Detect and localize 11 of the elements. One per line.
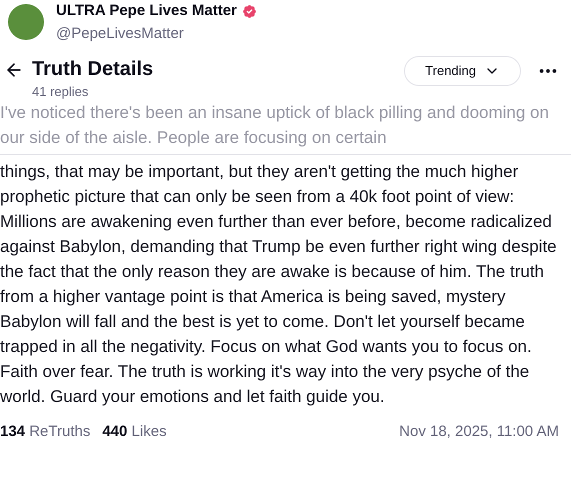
stat-label: 134 ReTruths — [0, 422, 90, 442]
avatar — [8, 4, 44, 40]
stat-label: 440 Likes — [102, 422, 167, 442]
faded-post-text: I've noticed there's been an insane uptick of black pilling and dooming on our side of the aisle. People are focusing on certain — [0, 100, 571, 155]
page-title: Truth Details — [32, 57, 154, 82]
sort-dropdown[interactable]: Trending — [404, 56, 521, 86]
post-text: things, that may be important, but they aren't getting the much higher prophetic picture that can only be seen from a 40k foot point of view: Millions are awakening even further than ever before, become radicalized against Babylon, demanding that Trump be even further right wing despite the fact that the only reason they are awake is because of him. The truth from a higher vantage point is that America is being saved, mystery Babylon will fall and the best is yet to come. Don't let yourself became trapped in all the negativity. Focus on what God wants you to focus on. Faith over fear. The truth is working it's way into the very psyche of the world. Guard your emotions and let faith guide you. — [0, 161, 558, 408]
timestamp: Nov 18, 2025, 11:00 AM — [399, 422, 559, 442]
reply-count: 41 replies — [32, 83, 90, 101]
author-handle: @PepeLivesMatter — [56, 24, 185, 44]
author-name: ULTRA Pepe Lives Matter — [56, 1, 237, 21]
